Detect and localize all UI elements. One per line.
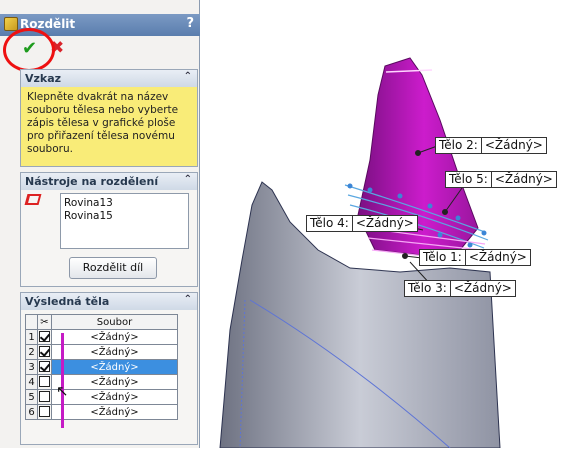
message-heading: Vzkaz [25, 72, 62, 85]
message-header[interactable]: Vzkaz ⌃ [21, 70, 197, 87]
results-table: ✂ Soubor 1 <Žádný> 2 <Žádný> 3 <Žádný> 4… [25, 314, 178, 420]
row-number: 6 [25, 404, 38, 420]
callout-value[interactable]: <Žádný> [464, 250, 530, 265]
file-cell[interactable]: <Žádný> [51, 404, 178, 420]
highlight-ring [3, 28, 55, 72]
scissors-icon: ✂ [37, 314, 52, 330]
table-row[interactable]: 2 <Žádný> [25, 344, 178, 360]
callout-label: Tělo 5: [449, 172, 488, 186]
list-item[interactable]: Rovina13 [64, 197, 185, 210]
split-tools-section: Nástroje na rozdělení ⌃ Rovina13 Rovina1… [20, 172, 198, 287]
callout-label: Tělo 1: [423, 250, 462, 264]
split-tools-header[interactable]: Nástroje na rozdělení ⌃ [21, 173, 197, 190]
list-item[interactable]: Rovina15 [64, 210, 185, 223]
body-2-callout[interactable]: Tělo 2: <Žádný> [435, 137, 547, 154]
body-checkbox[interactable] [39, 346, 50, 358]
table-row[interactable]: 6 <Žádný> [25, 404, 178, 420]
message-section: Vzkaz ⌃ Klepněte dvakrát na název soubor… [20, 69, 198, 167]
row-number: 4 [25, 374, 38, 390]
body-checkbox[interactable] [39, 331, 50, 343]
selection-marker [61, 333, 64, 428]
split-tools-list[interactable]: Rovina13 Rovina15 [60, 193, 189, 249]
collapse-icon[interactable]: ⌃ [184, 174, 192, 185]
callout-label: Tělo 3: [408, 281, 447, 295]
body-4-callout[interactable]: Tělo 4: <Žádný> [306, 215, 418, 232]
callout-value[interactable]: <Žádný> [480, 138, 546, 153]
row-number: 5 [25, 389, 38, 405]
row-number: 1 [25, 329, 38, 345]
row-number: 3 [25, 359, 38, 375]
file-cell[interactable]: <Žádný> [51, 344, 178, 360]
body-checkbox[interactable] [39, 391, 50, 403]
plane-flag-icon [24, 194, 42, 205]
callout-value[interactable]: <Žádný> [449, 281, 515, 296]
table-row[interactable]: 5 <Žádný> [25, 389, 178, 405]
row-number: 2 [25, 344, 38, 360]
body-1-callout[interactable]: Tělo 1: <Žádný> [419, 249, 531, 266]
mouse-cursor-icon: ↖ [56, 382, 69, 400]
body-checkbox[interactable] [39, 406, 50, 418]
file-cell[interactable]: <Žádný> [51, 374, 178, 390]
body-checkbox[interactable] [39, 361, 50, 373]
callout-value[interactable]: <Žádný> [351, 216, 417, 231]
help-button[interactable]: ? [186, 16, 194, 31]
body-checkbox[interactable] [39, 376, 50, 388]
callout-value[interactable]: <Žádný> [490, 172, 556, 187]
collapse-icon[interactable]: ⌃ [184, 71, 192, 82]
file-cell[interactable]: <Žádný> [51, 329, 178, 345]
callout-label: Tělo 4: [310, 216, 349, 230]
property-manager: Rozdělit ? ✔ ✖ Vzkaz ⌃ Klepněte dvakrát … [0, 0, 200, 448]
message-text: Klepněte dvakrát na název souboru tělesa… [21, 87, 197, 166]
file-cell[interactable]: <Žádný> [51, 389, 178, 405]
table-row[interactable]: 3 <Žádný> [25, 359, 178, 375]
column-header-file: Soubor [51, 314, 178, 330]
results-header[interactable]: Výsledná těla ⌃ [21, 293, 197, 310]
row-number-header [25, 314, 38, 330]
results-heading: Výsledná těla [25, 295, 110, 308]
file-cell[interactable]: <Žádný> [51, 359, 178, 375]
results-section: Výsledná těla ⌃ ✂ Soubor 1 <Žádný> 2 <Žá… [20, 292, 198, 445]
body-5-callout[interactable]: Tělo 5: <Žádný> [445, 171, 557, 188]
split-part-button[interactable]: Rozdělit díl [69, 257, 157, 279]
table-row[interactable]: 4 <Žádný> [25, 374, 178, 390]
table-row[interactable]: 1 <Žádný> [25, 329, 178, 345]
callout-label: Tělo 2: [439, 138, 478, 152]
collapse-icon[interactable]: ⌃ [184, 294, 192, 305]
graphics-area[interactable]: Tělo 2: <Žádný> Tělo 5: <Žádný> Tělo 4: … [200, 0, 569, 449]
split-feature-icon [4, 17, 18, 31]
split-tools-heading: Nástroje na rozdělení [25, 175, 159, 188]
body-3-callout[interactable]: Tělo 3: <Žádný> [404, 280, 516, 297]
